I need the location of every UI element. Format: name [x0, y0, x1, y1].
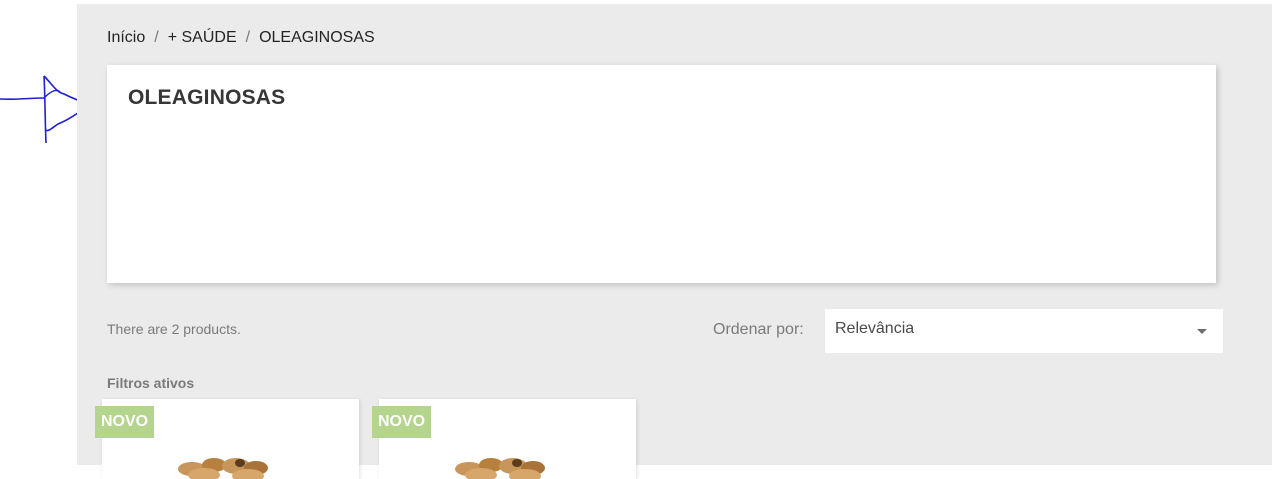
sort-label: Ordenar por: [713, 321, 804, 338]
new-product-badge: NOVO [95, 406, 155, 438]
breadcrumb-separator: / [245, 29, 251, 46]
category-header-block: OLEAGINOSAS [107, 65, 1216, 283]
nuts-image-icon [178, 458, 268, 479]
breadcrumb-current: OLEAGINOSAS [259, 29, 375, 46]
breadcrumb-saude-link[interactable]: + SAÚDE [168, 29, 237, 47]
new-product-badge: NOVO [372, 406, 432, 438]
breadcrumb-separator: / [154, 29, 159, 46]
category-page: Início / + SAÚDE / OLEAGINOSAS OLEAGINOS… [77, 0, 1272, 479]
active-filters-heading: Filtros ativos [107, 375, 195, 391]
caret-down-icon [1197, 329, 1207, 334]
nuts-image-icon [455, 458, 545, 479]
page-title: OLEAGINOSAS [128, 86, 286, 109]
product-count-text: There are 2 products. [107, 321, 241, 337]
breadcrumb: Início / + SAÚDE / OLEAGINOSAS [107, 29, 375, 47]
breadcrumb-home-link[interactable]: Início [107, 29, 145, 47]
sort-selected-value: Relevância [835, 320, 915, 337]
sort-order-dropdown[interactable]: Relevância [825, 309, 1223, 353]
